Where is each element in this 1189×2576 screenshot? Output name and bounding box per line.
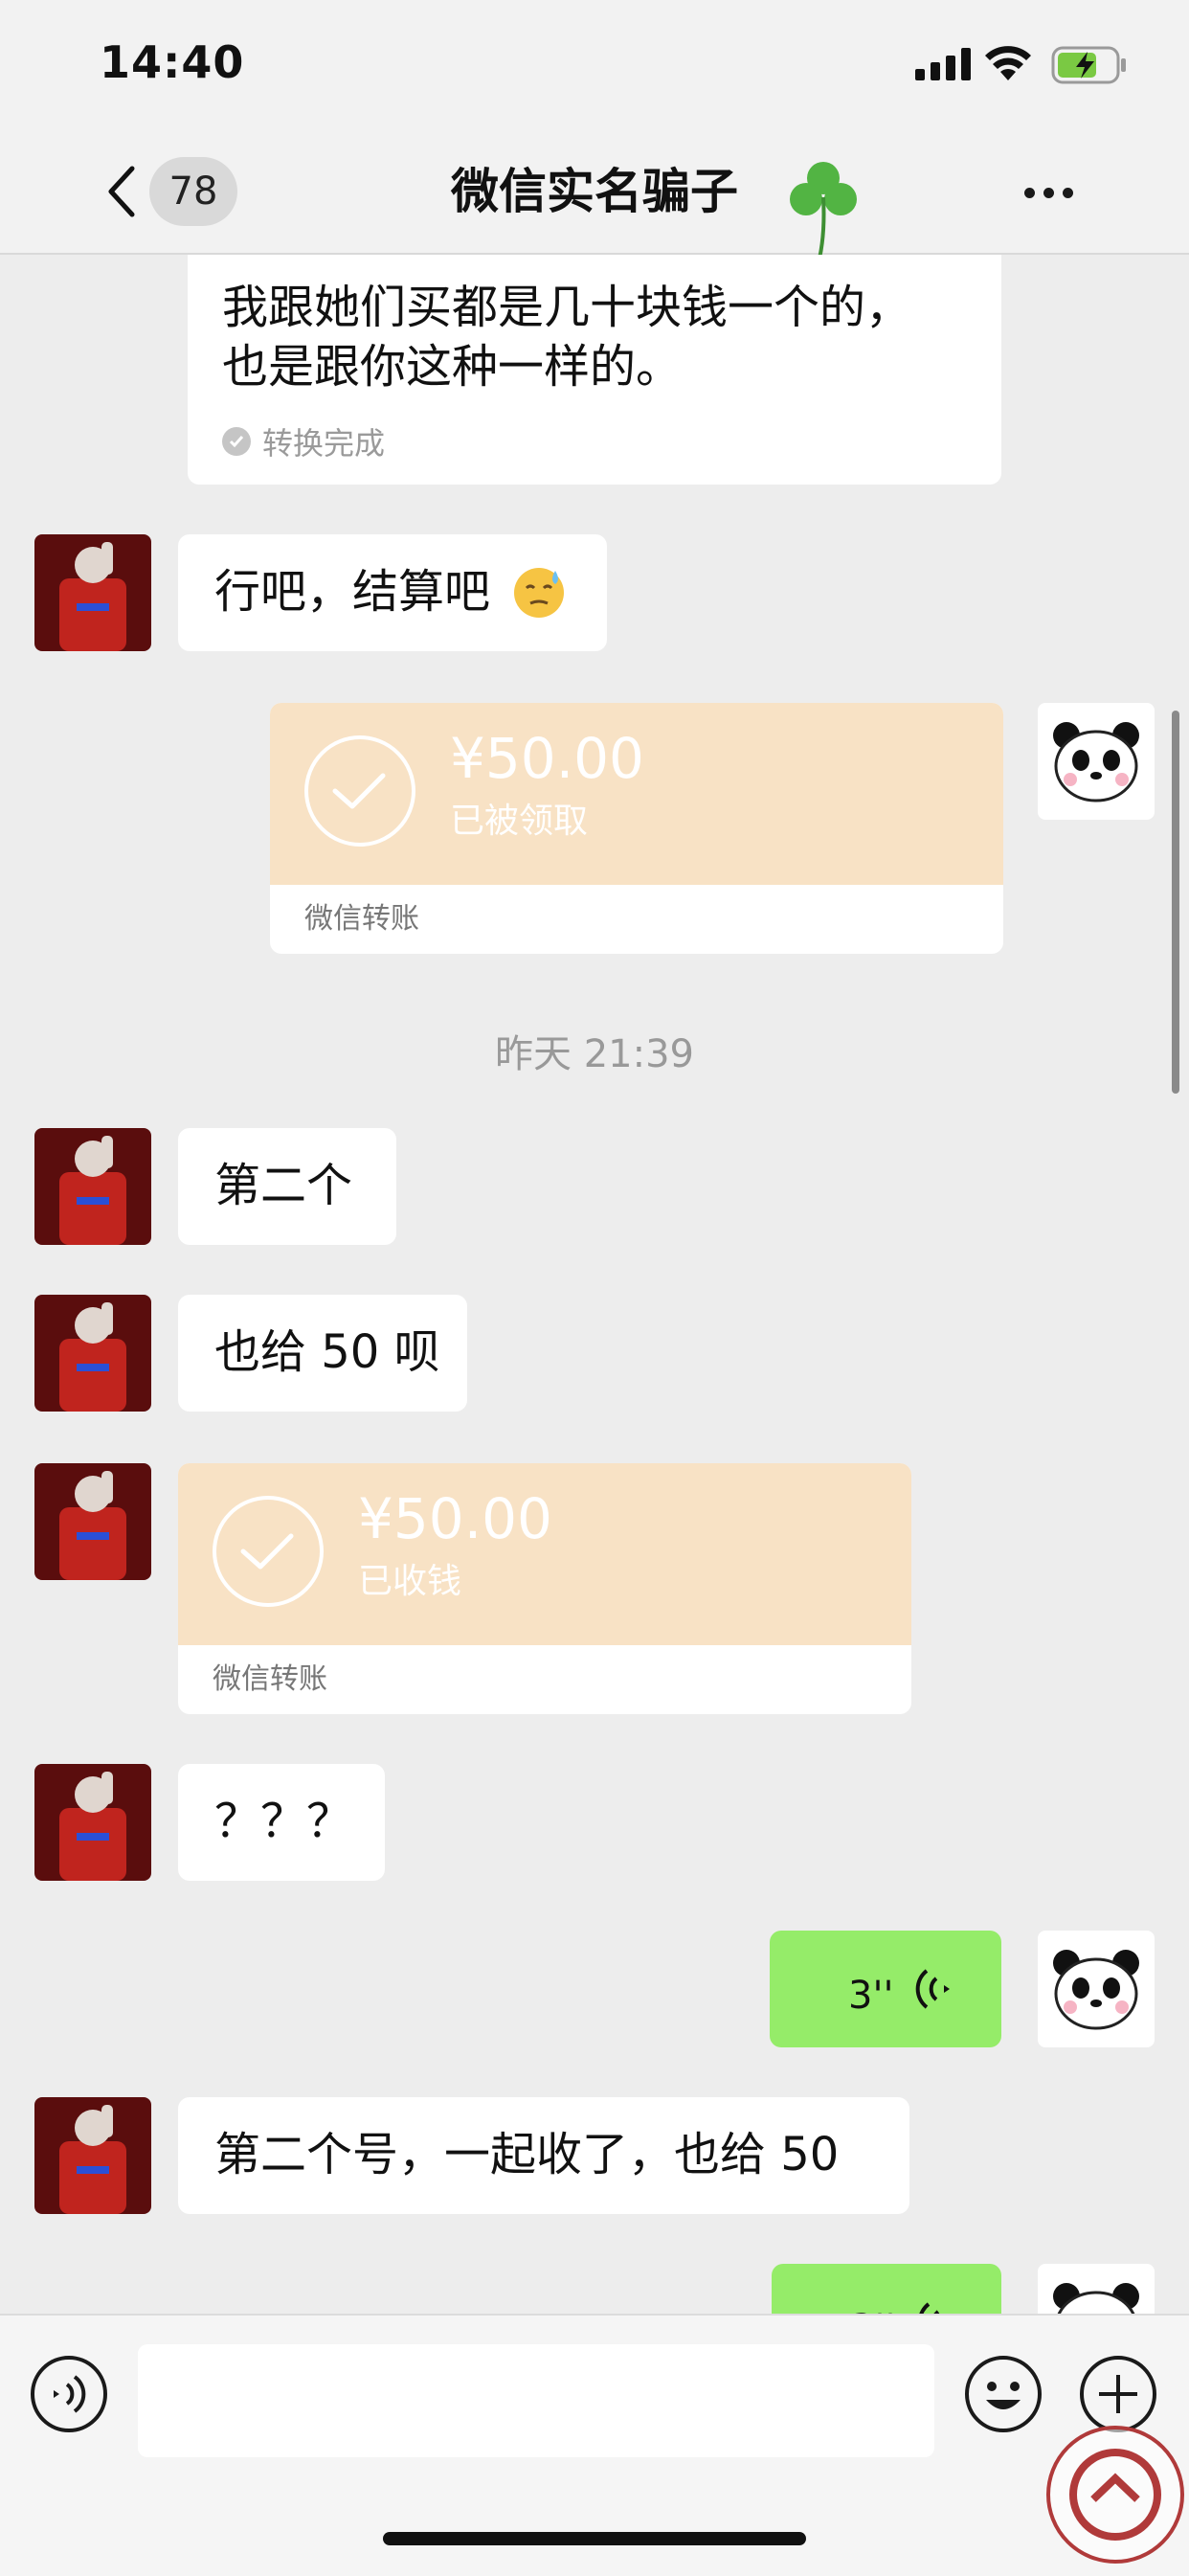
voice-duration: 3'' xyxy=(848,1974,894,2018)
message-text: 第二个 xyxy=(214,1159,353,1212)
transfer-card[interactable]: ¥50.00 已收钱 微信转账 xyxy=(178,1463,911,1714)
transcript-line: 也是跟你这种一样的。 xyxy=(222,340,683,394)
battery-icon xyxy=(1051,46,1126,84)
convert-status-text: 转换完成 xyxy=(262,425,386,462)
transcript-text: 我跟她们买都是几十块钱一个的， 也是跟你这种一样的。 xyxy=(222,278,911,396)
sweat-smile-emoji-icon xyxy=(514,568,564,618)
transfer-status: 已被领取 xyxy=(450,802,589,841)
message-text: 第二个号，一起收了，也给 50 xyxy=(214,2128,840,2181)
message-text: ？？？ xyxy=(214,1795,353,1848)
panda-avatar[interactable] xyxy=(1038,703,1155,820)
voice-message-bubble[interactable]: 3'' xyxy=(770,1931,1001,2047)
message-input[interactable] xyxy=(138,2344,934,2457)
convert-status: 转换完成 xyxy=(222,419,385,463)
home-indicator[interactable] xyxy=(383,2532,806,2545)
transfer-card[interactable]: ¥50.00 已被领取 微信转账 xyxy=(270,703,1003,954)
check-circle-icon xyxy=(222,427,251,456)
watermark-logo xyxy=(1046,2426,1184,2564)
transfer-label: 微信转账 xyxy=(213,1662,327,1696)
chat-timestamp: 昨天 21:39 xyxy=(495,1032,694,1076)
wifi-icon xyxy=(985,46,1031,80)
transfer-card-top: ¥50.00 已收钱 xyxy=(178,1463,911,1645)
transfer-status: 已收钱 xyxy=(358,1562,462,1601)
transcript-line: 我跟她们买都是几十块钱一个的， xyxy=(222,281,912,334)
contact-avatar[interactable] xyxy=(34,534,151,651)
message-bubble[interactable]: 第二个号，一起收了，也给 50 xyxy=(178,2097,909,2214)
status-time: 14:40 xyxy=(100,36,245,88)
voice-transcript-bubble: 我跟她们买都是几十块钱一个的， 也是跟你这种一样的。 转换完成 xyxy=(188,255,1001,485)
status-bar: 14:40 xyxy=(0,0,1189,134)
contact-avatar[interactable] xyxy=(34,1295,151,1412)
clover-icon xyxy=(790,162,857,260)
transfer-card-top: ¥50.00 已被领取 xyxy=(270,703,1003,885)
chat-title: 微信实名骗子 xyxy=(451,164,738,219)
transfer-check-icon xyxy=(213,1496,324,1607)
message-text: 行吧，结算吧 xyxy=(214,565,491,619)
contact-avatar[interactable] xyxy=(34,1128,151,1245)
contact-avatar[interactable] xyxy=(34,2097,151,2214)
transfer-label: 微信转账 xyxy=(304,902,419,936)
emoji-icon[interactable] xyxy=(963,2354,1043,2434)
message-bubble[interactable]: 第二个 xyxy=(178,1128,396,1245)
message-bubble[interactable]: ？？？ xyxy=(178,1764,385,1881)
chat-header: 78 微信实名骗子 xyxy=(0,134,1189,260)
transfer-check-icon xyxy=(304,735,415,847)
message-text: 也给 50 呗 xyxy=(214,1325,440,1379)
message-bubble[interactable]: 也给 50 呗 xyxy=(178,1295,467,1412)
transfer-amount: ¥50.00 xyxy=(450,726,644,791)
voice-input-icon[interactable] xyxy=(29,2354,109,2434)
contact-avatar[interactable] xyxy=(34,1463,151,1580)
signal-icon xyxy=(915,48,971,80)
transfer-amount: ¥50.00 xyxy=(358,1486,552,1551)
message-bubble[interactable]: 行吧，结算吧 xyxy=(178,534,607,651)
voice-wave-icon xyxy=(915,1969,950,2009)
more-options-icon[interactable] xyxy=(1021,182,1078,205)
panda-avatar[interactable] xyxy=(1038,1931,1155,2047)
contact-avatar[interactable] xyxy=(34,1764,151,1881)
